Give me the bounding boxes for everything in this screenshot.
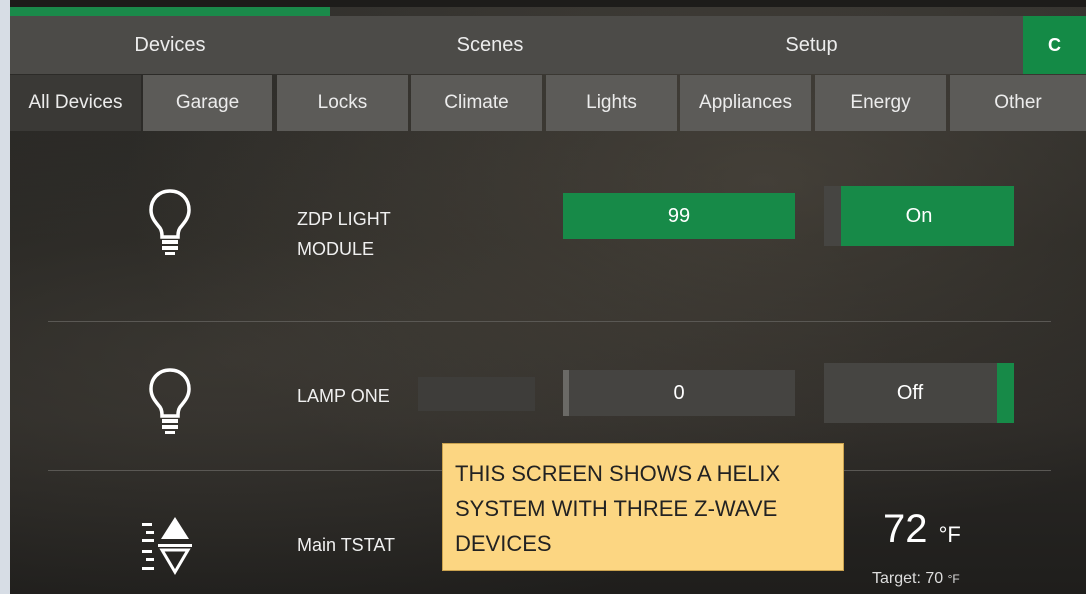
slider-thumb[interactable] bbox=[563, 370, 569, 416]
toggle-handle bbox=[824, 186, 841, 246]
window-edge bbox=[0, 0, 10, 594]
temperature-unit: °F bbox=[938, 522, 961, 547]
dimmer-level-value: 0 bbox=[673, 381, 685, 404]
row-divider bbox=[48, 321, 1051, 322]
device-name-main-tstat: Main TSTAT bbox=[297, 535, 396, 555]
refresh-icon: C bbox=[1048, 34, 1061, 55]
tab-devices[interactable]: Devices bbox=[10, 16, 330, 74]
device-name-lamp-one: LAMP ONE bbox=[297, 386, 390, 406]
app-frame: Devices Scenes Setup C All Devices Garag… bbox=[10, 7, 1086, 594]
annotation-callout: THIS SCREEN SHOWS A HELIX SYSTEM WITH TH… bbox=[442, 443, 844, 571]
tab-appliances[interactable]: Appliances bbox=[680, 75, 811, 131]
target-temperature: Target: 70 °F bbox=[872, 570, 960, 588]
tab-lights[interactable]: Lights bbox=[546, 75, 677, 131]
device-category-tabs: All Devices Garage Locks Climate Lights … bbox=[10, 75, 1086, 131]
device-name-zdp-light: ZDP LIGHT MODULE bbox=[297, 204, 391, 264]
toggle-handle bbox=[997, 363, 1014, 423]
toggle-label: On bbox=[905, 204, 933, 227]
toggle-label: Off bbox=[896, 381, 924, 404]
lightbulb-icon bbox=[149, 368, 191, 434]
loading-progress-bar bbox=[10, 7, 330, 16]
lamp-indicator bbox=[418, 377, 535, 411]
power-toggle-on[interactable]: On bbox=[824, 186, 1014, 246]
dimmer-level-slider[interactable]: 0 bbox=[563, 370, 795, 416]
tab-climate[interactable]: Climate bbox=[411, 75, 542, 131]
lightbulb-icon bbox=[149, 189, 191, 255]
callout-line: SYSTEM WITH THREE Z-WAVE bbox=[455, 496, 778, 521]
tab-scenes[interactable]: Scenes bbox=[330, 16, 650, 74]
dimmer-level-slider[interactable]: 99 bbox=[563, 193, 795, 239]
tab-setup[interactable]: Setup bbox=[650, 16, 973, 74]
thermostat-icon bbox=[142, 517, 192, 575]
tab-all-devices[interactable]: All Devices bbox=[10, 75, 141, 131]
top-nav: Devices Scenes Setup C bbox=[10, 16, 1086, 74]
refresh-button[interactable]: C bbox=[1023, 16, 1086, 74]
tab-garage[interactable]: Garage bbox=[143, 75, 272, 131]
target-label: Target: 70 bbox=[872, 570, 944, 587]
tab-locks[interactable]: Locks bbox=[277, 75, 408, 131]
device-name-line: MODULE bbox=[297, 239, 375, 259]
tab-energy[interactable]: Energy bbox=[815, 75, 946, 131]
temperature-value: 72 bbox=[883, 507, 928, 551]
tab-other[interactable]: Other bbox=[950, 75, 1086, 131]
power-toggle-off[interactable]: Off bbox=[824, 363, 1014, 423]
current-temperature: 72 °F bbox=[883, 507, 961, 552]
target-unit: °F bbox=[947, 572, 960, 586]
device-name-line: ZDP LIGHT bbox=[297, 209, 391, 229]
callout-line: DEVICES bbox=[455, 531, 552, 556]
callout-line: THIS SCREEN SHOWS A HELIX bbox=[455, 461, 781, 486]
